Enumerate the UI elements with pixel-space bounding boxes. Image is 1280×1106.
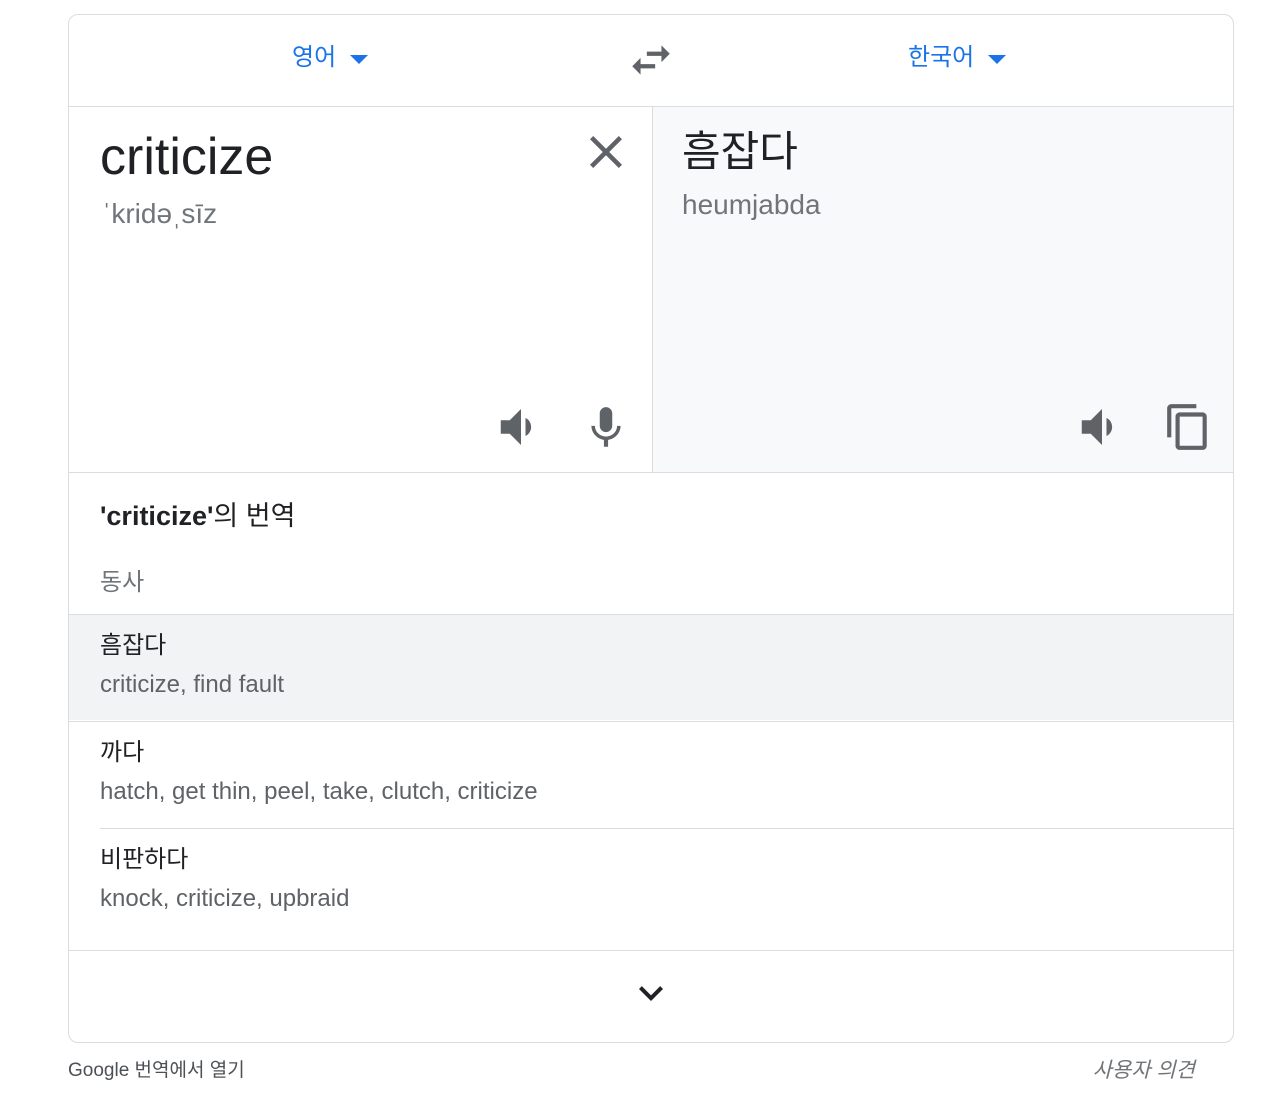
entry-synonyms: criticize, find fault [100,671,285,698]
target-romanization: heumjabda [682,189,821,220]
clear-text-button[interactable] [590,136,622,168]
source-text-input[interactable]: criticize [100,126,273,188]
entry-synonyms: hatch, get thin, peel, take, clutch, cri… [100,778,538,805]
dictionary-title-suffix: 의 번역 [213,501,296,531]
copy-icon [1167,404,1207,450]
entry-word: 까다 [100,739,145,766]
swap-horiz-icon [632,45,670,75]
dictionary-title: 'criticize'의 번역 [100,499,295,533]
source-listen-button[interactable] [494,400,548,454]
dictionary-entry[interactable]: 까다 hatch, get thin, peel, take, clutch, … [69,722,1233,827]
entry-word: 흠잡다 [100,632,167,659]
copy-translation-button[interactable] [1163,402,1213,452]
source-language-selector[interactable]: 영어 [292,43,369,73]
part-of-speech-label: 동사 [100,569,145,596]
volume-icon [500,409,532,445]
mic-icon [591,407,621,447]
arrow-drop-down-icon [988,55,1007,64]
open-in-google-translate-link[interactable]: Google 번역에서 열기 [68,1058,245,1084]
target-text: 흠잡다 [682,128,798,175]
dictionary-title-word: 'criticize' [100,501,214,531]
entry-word: 비판하다 [100,846,189,873]
target-listen-button[interactable] [1075,400,1129,454]
chevron-down-icon [639,986,663,1001]
dictionary-entry[interactable]: 흠잡다 criticize, find fault [69,615,1233,720]
volume-icon [1081,409,1113,445]
swap-languages-button[interactable] [626,35,676,85]
target-language-selector[interactable]: 한국어 [908,43,1007,73]
translate-card: 영어 한국어 criticize ˈkridəˌsīz 흠잡다 heumjabd… [68,14,1234,1043]
target-language-label: 한국어 [908,44,975,71]
source-phonetic: ˈkridəˌsīz [102,198,218,229]
close-icon [590,136,622,168]
panes-divider [69,472,1233,473]
entry-synonyms: knock, criticize, upbraid [100,885,350,912]
dictionary-entry[interactable]: 비판하다 knock, criticize, upbraid [69,829,1233,934]
source-language-label: 영어 [292,44,337,71]
voice-input-button[interactable] [581,403,631,453]
arrow-drop-down-icon [350,55,369,64]
show-more-button[interactable] [69,951,1233,1042]
pane-divider [652,107,653,472]
feedback-link[interactable]: 사용자 의견 [1093,1057,1195,1085]
